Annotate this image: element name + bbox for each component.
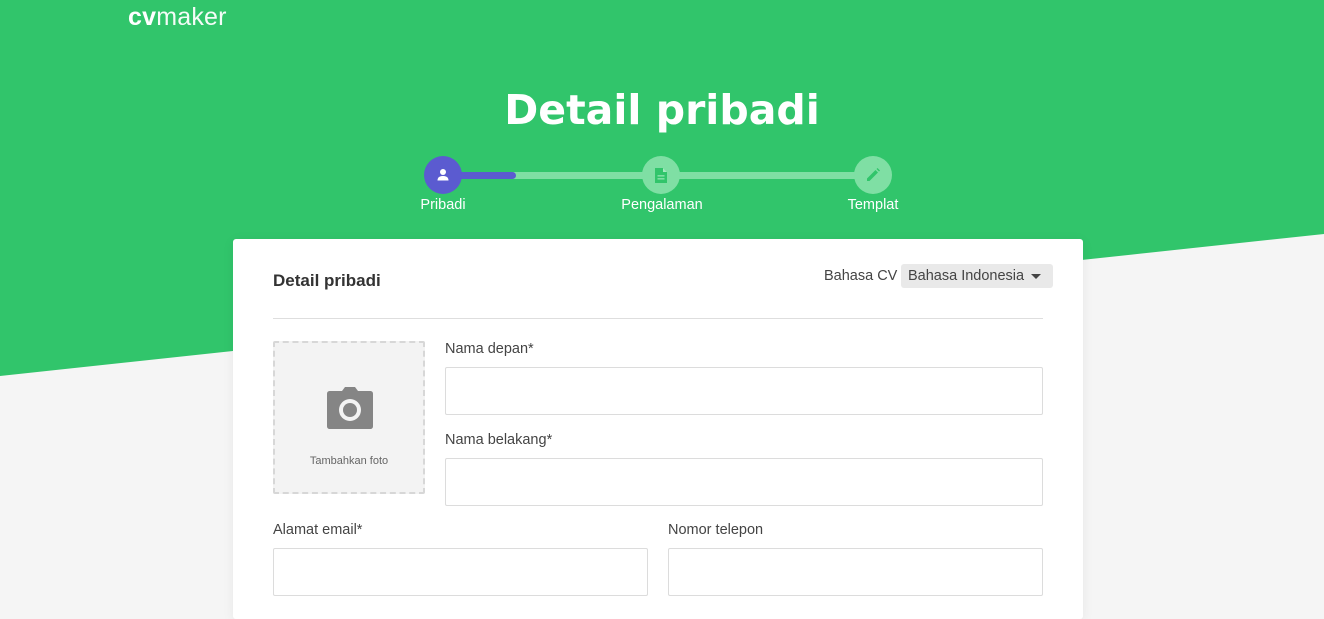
- step-pengalaman[interactable]: [642, 156, 680, 194]
- email-input[interactable]: [273, 548, 648, 596]
- brand-logo-bold: cv: [128, 3, 157, 31]
- cv-language-value: Bahasa Indonesia: [908, 268, 1025, 284]
- pencil-icon: [867, 168, 880, 181]
- step-label-pribadi[interactable]: Pribadi: [373, 197, 513, 213]
- brand-logo-light: maker: [156, 3, 227, 31]
- brand-logo[interactable]: cvmaker: [128, 2, 227, 32]
- first-name-input[interactable]: [445, 367, 1043, 415]
- card-title: Detail pribadi: [273, 271, 381, 290]
- document-icon: [655, 167, 667, 183]
- personal-details-card: Detail pribadi Bahasa CV Bahasa Indonesi…: [233, 239, 1083, 619]
- add-photo-button[interactable]: Tambahkan foto: [273, 341, 425, 494]
- camera-icon: [327, 387, 373, 429]
- phone-label: Nomor telepon: [668, 522, 764, 538]
- cv-language-label: Bahasa CV: [824, 268, 898, 284]
- step-label-pengalaman[interactable]: Pengalaman: [592, 197, 732, 213]
- person-icon: [437, 169, 449, 181]
- cv-language-select[interactable]: Bahasa Indonesia: [901, 264, 1053, 288]
- step-templat[interactable]: [854, 156, 892, 194]
- last-name-label: Nama belakang*: [445, 432, 553, 448]
- last-name-input[interactable]: [445, 458, 1043, 506]
- step-label-templat[interactable]: Templat: [803, 197, 943, 213]
- email-label: Alamat email*: [273, 522, 363, 538]
- divider: [273, 318, 1043, 319]
- caret-down-icon: [1031, 274, 1041, 279]
- step-pribadi[interactable]: [424, 156, 462, 194]
- add-photo-label: Tambahkan foto: [309, 455, 389, 467]
- phone-input[interactable]: [668, 548, 1043, 596]
- first-name-label: Nama depan*: [445, 341, 534, 357]
- page-title: Detail pribadi: [504, 86, 820, 134]
